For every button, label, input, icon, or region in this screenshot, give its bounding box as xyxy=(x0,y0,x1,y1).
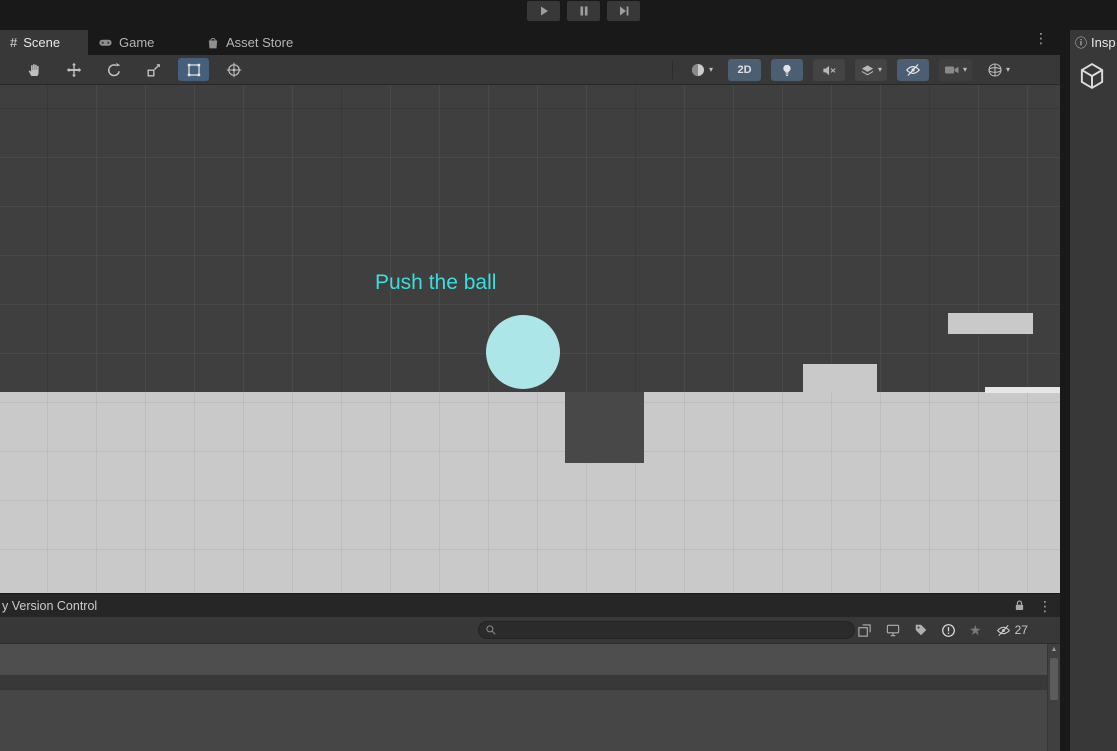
toolbar-separator xyxy=(672,61,673,79)
star-icon[interactable]: ★ xyxy=(969,623,982,637)
step-platform[interactable] xyxy=(803,364,877,392)
ground-platform[interactable] xyxy=(0,392,1060,593)
gizmos-dropdown[interactable]: ▾ xyxy=(982,59,1015,81)
raised-platform-edge[interactable] xyxy=(985,387,1060,393)
bottom-panel-content: ▲ xyxy=(0,644,1060,751)
play-icon xyxy=(538,5,550,17)
alert-circle-icon[interactable] xyxy=(941,623,956,638)
chevron-down-icon: ▾ xyxy=(963,65,968,74)
tab-inspector-label: Insp xyxy=(1091,35,1116,50)
search-field[interactable] xyxy=(478,621,855,639)
tag-icon[interactable] xyxy=(914,623,928,637)
lock-icon[interactable] xyxy=(1013,599,1026,612)
floating-platform[interactable] xyxy=(948,313,1033,334)
tab-asset-store-label: Asset Store xyxy=(226,35,294,50)
row-separator xyxy=(0,675,1047,690)
move-tool-icon xyxy=(66,62,82,78)
effects-dropdown[interactable]: ▾ xyxy=(855,59,888,81)
rotate-tool-button[interactable] xyxy=(98,58,129,81)
unity-cube-icon xyxy=(1078,62,1106,90)
info-icon: ⓘ xyxy=(1075,36,1088,50)
chevron-down-icon: ▾ xyxy=(709,65,714,74)
hidden-count-value: 27 xyxy=(1014,623,1028,637)
audio-mute-toggle[interactable] xyxy=(813,59,846,81)
play-controls xyxy=(527,1,640,21)
open-external-icon[interactable] xyxy=(857,623,872,638)
hidden-count-toggle[interactable]: 27 xyxy=(995,623,1028,638)
rect-tool-icon xyxy=(186,62,202,78)
bottom-panel-toolbar: ★ 27 xyxy=(0,617,1060,644)
scrollbar-thumb[interactable] xyxy=(1050,658,1058,700)
transform-tool-icon xyxy=(226,62,242,78)
speaker-muted-icon xyxy=(822,63,837,78)
bottom-panel-tab-bar: y Version Control ⋮ xyxy=(0,594,1060,617)
ground-gap[interactable] xyxy=(565,392,644,463)
mode-2d-toggle[interactable]: 2D xyxy=(728,59,762,81)
device-connection-icon[interactable] xyxy=(885,623,901,638)
tab-scene-label: Scene xyxy=(23,35,61,50)
camera-dropdown[interactable]: ▾ xyxy=(939,59,973,81)
panel-splitter[interactable] xyxy=(1060,22,1070,751)
mode-2d-label: 2D xyxy=(737,64,752,76)
scene-grid-icon: # xyxy=(10,35,18,50)
scene-visibility-toggle[interactable] xyxy=(897,59,930,81)
transform-tool-button[interactable] xyxy=(218,58,249,81)
scroll-up-arrow-icon[interactable]: ▲ xyxy=(1048,645,1060,655)
play-button[interactable] xyxy=(527,1,560,21)
tab-game[interactable]: Game xyxy=(88,30,164,55)
chevron-down-icon: ▾ xyxy=(1006,65,1011,74)
camera-icon xyxy=(944,63,960,77)
chevron-down-icon: ▾ xyxy=(878,65,883,74)
search-icon xyxy=(485,624,497,636)
shaded-sphere-icon xyxy=(690,62,706,78)
ball-object[interactable] xyxy=(486,315,560,389)
inspector-tab-strip: ⓘ Insp xyxy=(1070,22,1117,55)
list-item[interactable] xyxy=(0,690,1047,751)
scene-view-canvas[interactable]: Push the ball xyxy=(0,85,1060,593)
search-input[interactable] xyxy=(501,624,848,636)
transform-tools xyxy=(18,58,249,81)
step-icon xyxy=(618,5,630,17)
tab-scene[interactable]: # Scene xyxy=(0,30,88,55)
rect-tool-button[interactable] xyxy=(178,58,209,81)
toolbar-icons: ★ 27 xyxy=(857,620,1028,640)
gamepad-icon xyxy=(98,35,113,50)
eye-crossed-icon xyxy=(905,62,921,78)
step-button[interactable] xyxy=(607,1,640,21)
scale-tool-icon xyxy=(146,62,162,78)
vertical-scrollbar[interactable]: ▲ xyxy=(1047,644,1060,751)
scene-view-options: ▾ 2D ▾ ▾ ▾ xyxy=(672,59,1015,81)
eye-crossed-icon xyxy=(995,623,1012,638)
draw-mode-dropdown[interactable]: ▾ xyxy=(685,59,718,81)
panel-menu-icon[interactable]: ⋮ xyxy=(1038,599,1052,613)
gizmo-sphere-icon xyxy=(987,62,1003,78)
pause-icon xyxy=(578,5,590,17)
inspector-panel: ⓘ Insp xyxy=(1070,22,1117,751)
view-tab-bar: # Scene Game Asset Store ⋮ xyxy=(0,22,1060,55)
hand-tool-icon xyxy=(26,62,42,78)
tab-inspector[interactable]: ⓘ Insp xyxy=(1070,30,1117,55)
tab-menu-icon[interactable]: ⋮ xyxy=(1034,31,1048,45)
tab-version-control-label[interactable]: y Version Control xyxy=(2,599,97,613)
lighting-toggle[interactable] xyxy=(771,59,804,81)
scale-tool-button[interactable] xyxy=(138,58,169,81)
scene-view-toolbar: ▾ 2D ▾ ▾ ▾ xyxy=(0,55,1060,85)
lightbulb-icon xyxy=(780,63,794,78)
tab-asset-store[interactable]: Asset Store xyxy=(196,30,303,55)
hand-tool-button[interactable] xyxy=(18,58,49,81)
play-mode-bar xyxy=(0,0,1117,22)
rotate-tool-icon xyxy=(106,62,122,78)
move-tool-button[interactable] xyxy=(58,58,89,81)
shopping-bag-icon xyxy=(206,36,220,50)
pause-button[interactable] xyxy=(567,1,600,21)
unity-editor-window: # Scene Game Asset Store ⋮ ▾ 2D ▾ ▾ ▾ Pu… xyxy=(0,0,1117,751)
list-item[interactable] xyxy=(0,644,1047,675)
scene-text-object[interactable]: Push the ball xyxy=(375,271,496,295)
layers-icon xyxy=(860,63,875,78)
tab-game-label: Game xyxy=(119,35,155,50)
